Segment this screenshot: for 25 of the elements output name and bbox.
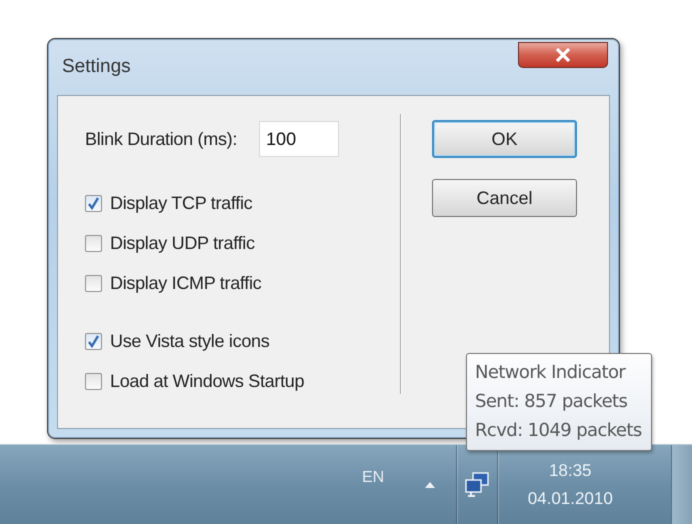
tooltip-line: Sent: 857 packets	[475, 390, 628, 414]
checkbox[interactable]	[85, 274, 102, 292]
tooltip-line: Network Indicator	[475, 361, 627, 385]
checkbox-label[interactable]: Display ICMP traffic	[110, 272, 262, 294]
checkbox-label[interactable]: Display UDP traffic	[110, 232, 255, 254]
close-icon	[555, 48, 571, 62]
close-button[interactable]	[518, 42, 608, 68]
checkbox[interactable]	[85, 332, 102, 350]
checkbox[interactable]	[85, 372, 102, 390]
checkbox-label[interactable]: Load at Windows Startup	[110, 370, 304, 392]
clock-date: 04.01.2010	[528, 488, 613, 510]
clock-time: 18:35	[548, 460, 592, 482]
dialog-button[interactable]: Cancel	[432, 179, 577, 217]
duration-field[interactable]: 100	[259, 121, 340, 157]
checkbox[interactable]	[85, 194, 102, 212]
field-label: Blink Duration (ms):	[85, 128, 238, 150]
caret-up-icon[interactable]	[424, 480, 436, 489]
checkbox-label[interactable]: Use Vista style icons	[110, 330, 270, 352]
tooltip-line: Rcvd: 1049 packets	[475, 419, 642, 443]
checkbox-label[interactable]: Display TCP traffic	[110, 192, 252, 214]
window-title: Settings	[62, 56, 131, 78]
show-desktop-button[interactable]	[671, 445, 692, 524]
dialog-button[interactable]: OK	[432, 120, 577, 158]
checkbox[interactable]	[85, 234, 102, 252]
network-computers-icon[interactable]	[465, 472, 490, 498]
